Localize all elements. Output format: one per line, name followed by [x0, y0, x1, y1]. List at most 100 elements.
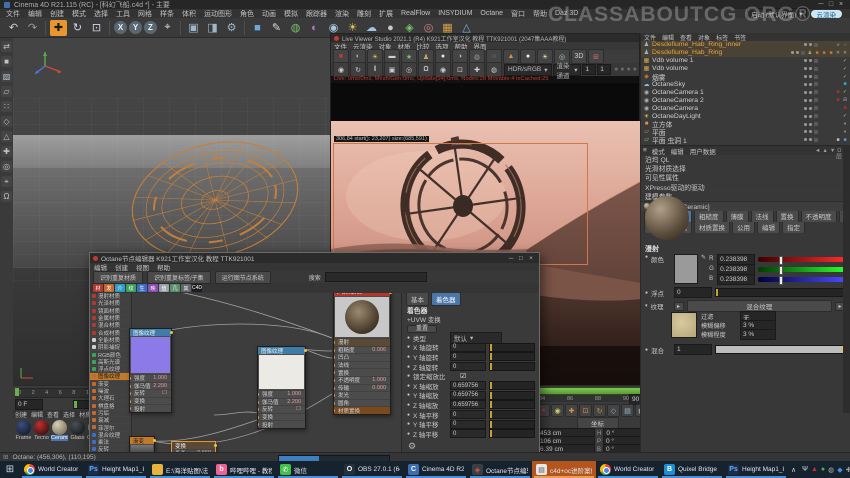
- visibility-dot-render[interactable]: [809, 43, 812, 46]
- object-tag-icon[interactable]: ✕: [842, 50, 848, 56]
- material-channel-row[interactable]: 漫射: [334, 338, 390, 346]
- menu-item[interactable]: 体积: [178, 9, 200, 19]
- tray-icon[interactable]: Ψ: [802, 466, 808, 473]
- object-row[interactable]: ■ 立方体 ●: [641, 120, 850, 128]
- visibility-dot-render[interactable]: [796, 51, 799, 54]
- node-row[interactable]: 变换: [258, 413, 305, 421]
- material-name[interactable]: Ceramic: [51, 435, 68, 441]
- layer-chip[interactable]: [801, 51, 805, 55]
- material-name[interactable]: Tecno: [33, 435, 50, 441]
- toolbar-icon[interactable]: ⊡: [88, 20, 105, 36]
- material-menu-item[interactable]: 编辑: [29, 410, 45, 419]
- node-type-item[interactable]: 漫射材质: [90, 293, 131, 300]
- param-slider[interactable]: [489, 429, 535, 438]
- channel-value-field[interactable]: 0.238398: [717, 274, 755, 285]
- param-value[interactable]: 0: [450, 410, 486, 419]
- live-viewer-control-icon[interactable]: ◉: [435, 62, 451, 77]
- visibility-dot-render[interactable]: [809, 138, 812, 141]
- lock-ratio-checkbox[interactable]: ☑: [460, 372, 466, 380]
- param-slider[interactable]: [489, 343, 535, 352]
- param-slider[interactable]: [489, 381, 535, 390]
- node-category-chip[interactable]: 值: [159, 284, 169, 292]
- taskbar-app-button[interactable]: Ps Height Map1_8Y6...: [84, 461, 148, 478]
- object-manager-menu-item[interactable]: 书签: [731, 33, 749, 42]
- render-region-overlay[interactable]: [333, 143, 588, 265]
- node-row[interactable]: 伽马值2.200: [258, 398, 305, 406]
- param-slider[interactable]: [489, 420, 535, 429]
- keyframe-icon[interactable]: ▤: [621, 404, 634, 417]
- object-manager-menu-item[interactable]: 对象: [695, 33, 713, 42]
- window-control-button[interactable]: ─: [506, 255, 516, 262]
- attribute-menu-item[interactable]: 编辑: [668, 146, 687, 156]
- object-tag-icon[interactable]: ●: [842, 121, 848, 127]
- live-viewer-control-icon[interactable]: ✚: [469, 62, 485, 77]
- node-row[interactable]: 反转☐: [130, 389, 171, 397]
- object-name[interactable]: Desdefiume_Hab_Ring_inner: [652, 41, 741, 48]
- uvw-transform-label[interactable]: +UVW 变换: [402, 314, 539, 322]
- node-type-item[interactable]: 阴影捕捉: [90, 344, 131, 351]
- live-viewer-control-icon[interactable]: ↻: [350, 62, 366, 77]
- toolbar-icon[interactable]: ⚙: [223, 20, 240, 36]
- object-row[interactable]: ▦ Vdb volume 1 ✓: [641, 57, 850, 65]
- toolbar-icon[interactable]: ■: [249, 20, 266, 36]
- visibility-dot-render[interactable]: [809, 75, 812, 78]
- node-ceramic-material[interactable]: ▸Ceramic 漫射粗糙度0.006凹凸法线置换不透明度1.000传输0.00…: [333, 293, 391, 415]
- timeline-ruler-right[interactable]: 84868890: [535, 395, 633, 402]
- node-category-chip[interactable]: 映: [148, 284, 158, 292]
- visibility-dot-editor[interactable]: [804, 75, 807, 78]
- live-viewer-control-icon[interactable]: ◍: [486, 62, 502, 77]
- toggle-dot[interactable]: ●: [614, 66, 618, 73]
- toolbar-icon[interactable]: ◨: [204, 20, 221, 36]
- mode-icon[interactable]: ⇄: [1, 41, 12, 52]
- node-type-item[interactable]: 金属材质: [90, 315, 131, 322]
- object-tag-icon[interactable]: ●: [842, 129, 848, 135]
- object-manager-menu-item[interactable]: 文件: [641, 33, 659, 42]
- node-category-chip[interactable]: 其: [181, 284, 191, 292]
- object-name[interactable]: Vdb volume 1: [652, 57, 694, 64]
- visibility-dot-render[interactable]: [809, 83, 812, 86]
- object-manager-menu-item[interactable]: 标签: [713, 33, 731, 42]
- node-type-item[interactable]: 棋盘格: [90, 402, 131, 409]
- search-input[interactable]: [325, 272, 427, 282]
- menu-item[interactable]: 编辑: [24, 9, 46, 19]
- toolbar-icon[interactable]: ✎: [268, 20, 285, 36]
- toolbar-icon[interactable]: [180, 21, 181, 35]
- visibility-dot-render[interactable]: [809, 99, 812, 102]
- param-slider[interactable]: [489, 362, 535, 371]
- menu-item[interactable]: 跟踪器: [302, 9, 331, 19]
- node-type-item[interactable]: 镜面材质: [90, 308, 131, 315]
- node-category-chip[interactable]: 介: [115, 284, 125, 292]
- node-type-item[interactable]: 衰减: [90, 417, 131, 424]
- material-tab[interactable]: 不透明度: [801, 211, 837, 222]
- menu-item[interactable]: 文件: [2, 9, 24, 19]
- visibility-dot-editor[interactable]: [804, 67, 807, 70]
- node-type-item[interactable]: 噪波: [90, 388, 131, 395]
- live-viewer-tool-icon[interactable]: 3D: [571, 49, 587, 64]
- mode-icon[interactable]: ◇: [1, 116, 12, 127]
- material-channel-row[interactable]: 置换: [334, 368, 390, 376]
- tray-icon[interactable]: ●: [821, 466, 825, 473]
- texture-add-button[interactable]: ▸: [674, 302, 684, 311]
- toolbar-icon[interactable]: ↷: [24, 20, 41, 36]
- keyframe-icon[interactable]: ◉: [551, 404, 564, 417]
- menu-item[interactable]: Daz 3D: [551, 10, 582, 17]
- object-tag-icon[interactable]: ♟: [807, 50, 813, 56]
- mode-icon[interactable]: ◎: [1, 161, 12, 172]
- toolbar-icon[interactable]: ◍: [287, 20, 304, 36]
- window-control-button[interactable]: ─: [816, 1, 826, 8]
- object-tag-icon[interactable]: ✓: [842, 74, 848, 80]
- channel-slider[interactable]: [758, 267, 845, 272]
- node-category-chip[interactable]: 发: [104, 284, 114, 292]
- material-tab[interactable]: 法线: [751, 211, 774, 222]
- window-control-button[interactable]: □: [516, 255, 526, 262]
- channel-slider[interactable]: [758, 257, 845, 262]
- object-tag-icon[interactable]: ■: [821, 50, 827, 56]
- material-sphere[interactable]: [34, 420, 49, 435]
- visibility-dot-render[interactable]: [809, 59, 812, 62]
- visibility-dot-render[interactable]: [809, 67, 812, 70]
- node-type-item[interactable]: 图像纹理: [90, 373, 131, 380]
- taskbar-app-button[interactable]: Ps Height Map1_8Y6...: [724, 461, 788, 478]
- channel-slider[interactable]: [758, 277, 845, 282]
- float-value-field[interactable]: 0: [674, 287, 712, 298]
- layer-chip[interactable]: [814, 75, 818, 79]
